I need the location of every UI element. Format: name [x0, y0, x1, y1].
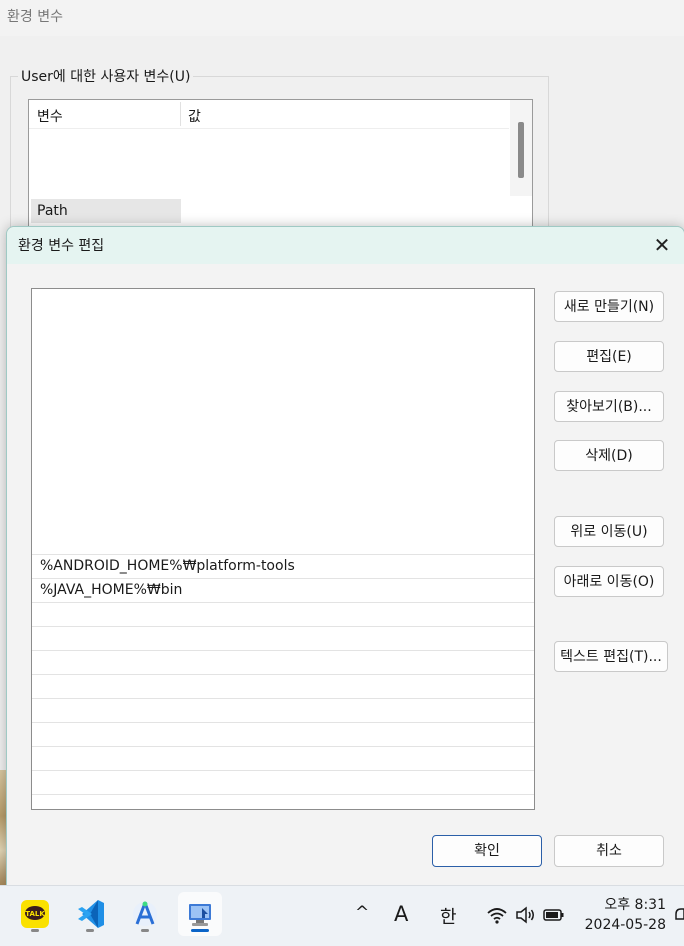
path-entries-list[interactable]: %ANDROID_HOME%₩platform-tools %JAVA_HOME%… — [31, 288, 535, 810]
delete-button[interactable]: 삭제(D) — [554, 440, 664, 471]
battery-icon — [543, 909, 564, 921]
app-indicator — [141, 929, 149, 932]
cancel-button[interactable]: 취소 — [554, 835, 664, 867]
new-button[interactable]: 새로 만들기(N) — [554, 291, 664, 322]
app-indicator — [31, 929, 39, 932]
list-item[interactable] — [32, 794, 534, 818]
edit-button[interactable]: 편집(E) — [554, 341, 664, 372]
list-item[interactable] — [32, 602, 534, 626]
list-header: 변수 값 — [29, 100, 509, 129]
taskbar-app-system-properties[interactable] — [178, 892, 222, 936]
list-item[interactable] — [32, 626, 534, 650]
ime-indicator[interactable]: 한 — [440, 903, 457, 929]
status-icons-group[interactable] — [486, 902, 566, 928]
input-mode-indicator[interactable]: A — [394, 902, 408, 926]
list-item[interactable] — [32, 770, 534, 794]
dialog-titlebar: 환경 변수 편집 ✕ — [7, 227, 684, 264]
scrollbar-track[interactable] — [510, 100, 532, 196]
taskbar-app-kakaotalk[interactable]: TALK — [13, 892, 57, 936]
volume-icon — [516, 906, 534, 924]
system-clock[interactable]: 오후 8:31 2024-05-28 — [585, 895, 666, 935]
taskbar: TALK ^ A 한 오후 8:31 2024-05-28 — [0, 885, 684, 946]
column-variable[interactable]: 변수 — [37, 106, 63, 126]
dialog-title: 환경 변수 편집 — [18, 238, 105, 254]
column-value[interactable]: 값 — [188, 106, 201, 126]
user-variables-label: User에 대한 사용자 변수(U) — [18, 66, 194, 86]
kakaotalk-label: TALK — [25, 910, 45, 918]
clock-date: 2024-05-28 — [584, 917, 666, 933]
list-item[interactable]: %JAVA_HOME%₩bin — [32, 578, 534, 602]
column-divider — [180, 102, 181, 126]
list-item[interactable] — [32, 746, 534, 770]
chevron-up-icon[interactable]: ^ — [355, 903, 369, 923]
edit-text-button[interactable]: 텍스트 편집(T)... — [554, 641, 668, 672]
taskbar-app-android-studio[interactable] — [123, 892, 167, 936]
list-item[interactable] — [32, 650, 534, 674]
move-up-button[interactable]: 위로 이동(U) — [554, 516, 664, 547]
list-item[interactable] — [32, 674, 534, 698]
user-variables-list[interactable]: 변수 값 Path — [28, 99, 533, 241]
list-item[interactable]: %ANDROID_HOME%₩platform-tools — [32, 554, 534, 578]
ok-button[interactable]: 확인 — [432, 835, 542, 867]
app-indicator — [86, 929, 94, 932]
clock-time: 오후 8:31 — [604, 897, 666, 913]
list-rows: %ANDROID_HOME%₩platform-tools %JAVA_HOME%… — [32, 554, 534, 818]
bg-title-bar — [0, 0, 684, 36]
close-icon[interactable]: ✕ — [640, 227, 684, 264]
wifi-icon — [487, 908, 507, 924]
bg-window-title: 환경 변수 — [7, 9, 63, 25]
browse-button[interactable]: 찾아보기(B)... — [554, 391, 664, 422]
list-item[interactable] — [32, 698, 534, 722]
app-indicator-active — [191, 929, 209, 932]
edit-environment-variable-dialog: 환경 변수 편집 ✕ %ANDROID_HOME%₩platform-tools… — [6, 226, 684, 887]
path-variable-row[interactable]: Path — [37, 203, 68, 219]
list-empty-area — [32, 289, 534, 554]
scrollbar-thumb[interactable] — [518, 122, 524, 178]
taskbar-app-vscode[interactable] — [68, 892, 112, 936]
move-down-button[interactable]: 아래로 이동(O) — [554, 566, 664, 597]
notification-bell-icon[interactable] — [674, 906, 684, 924]
list-item[interactable] — [32, 722, 534, 746]
